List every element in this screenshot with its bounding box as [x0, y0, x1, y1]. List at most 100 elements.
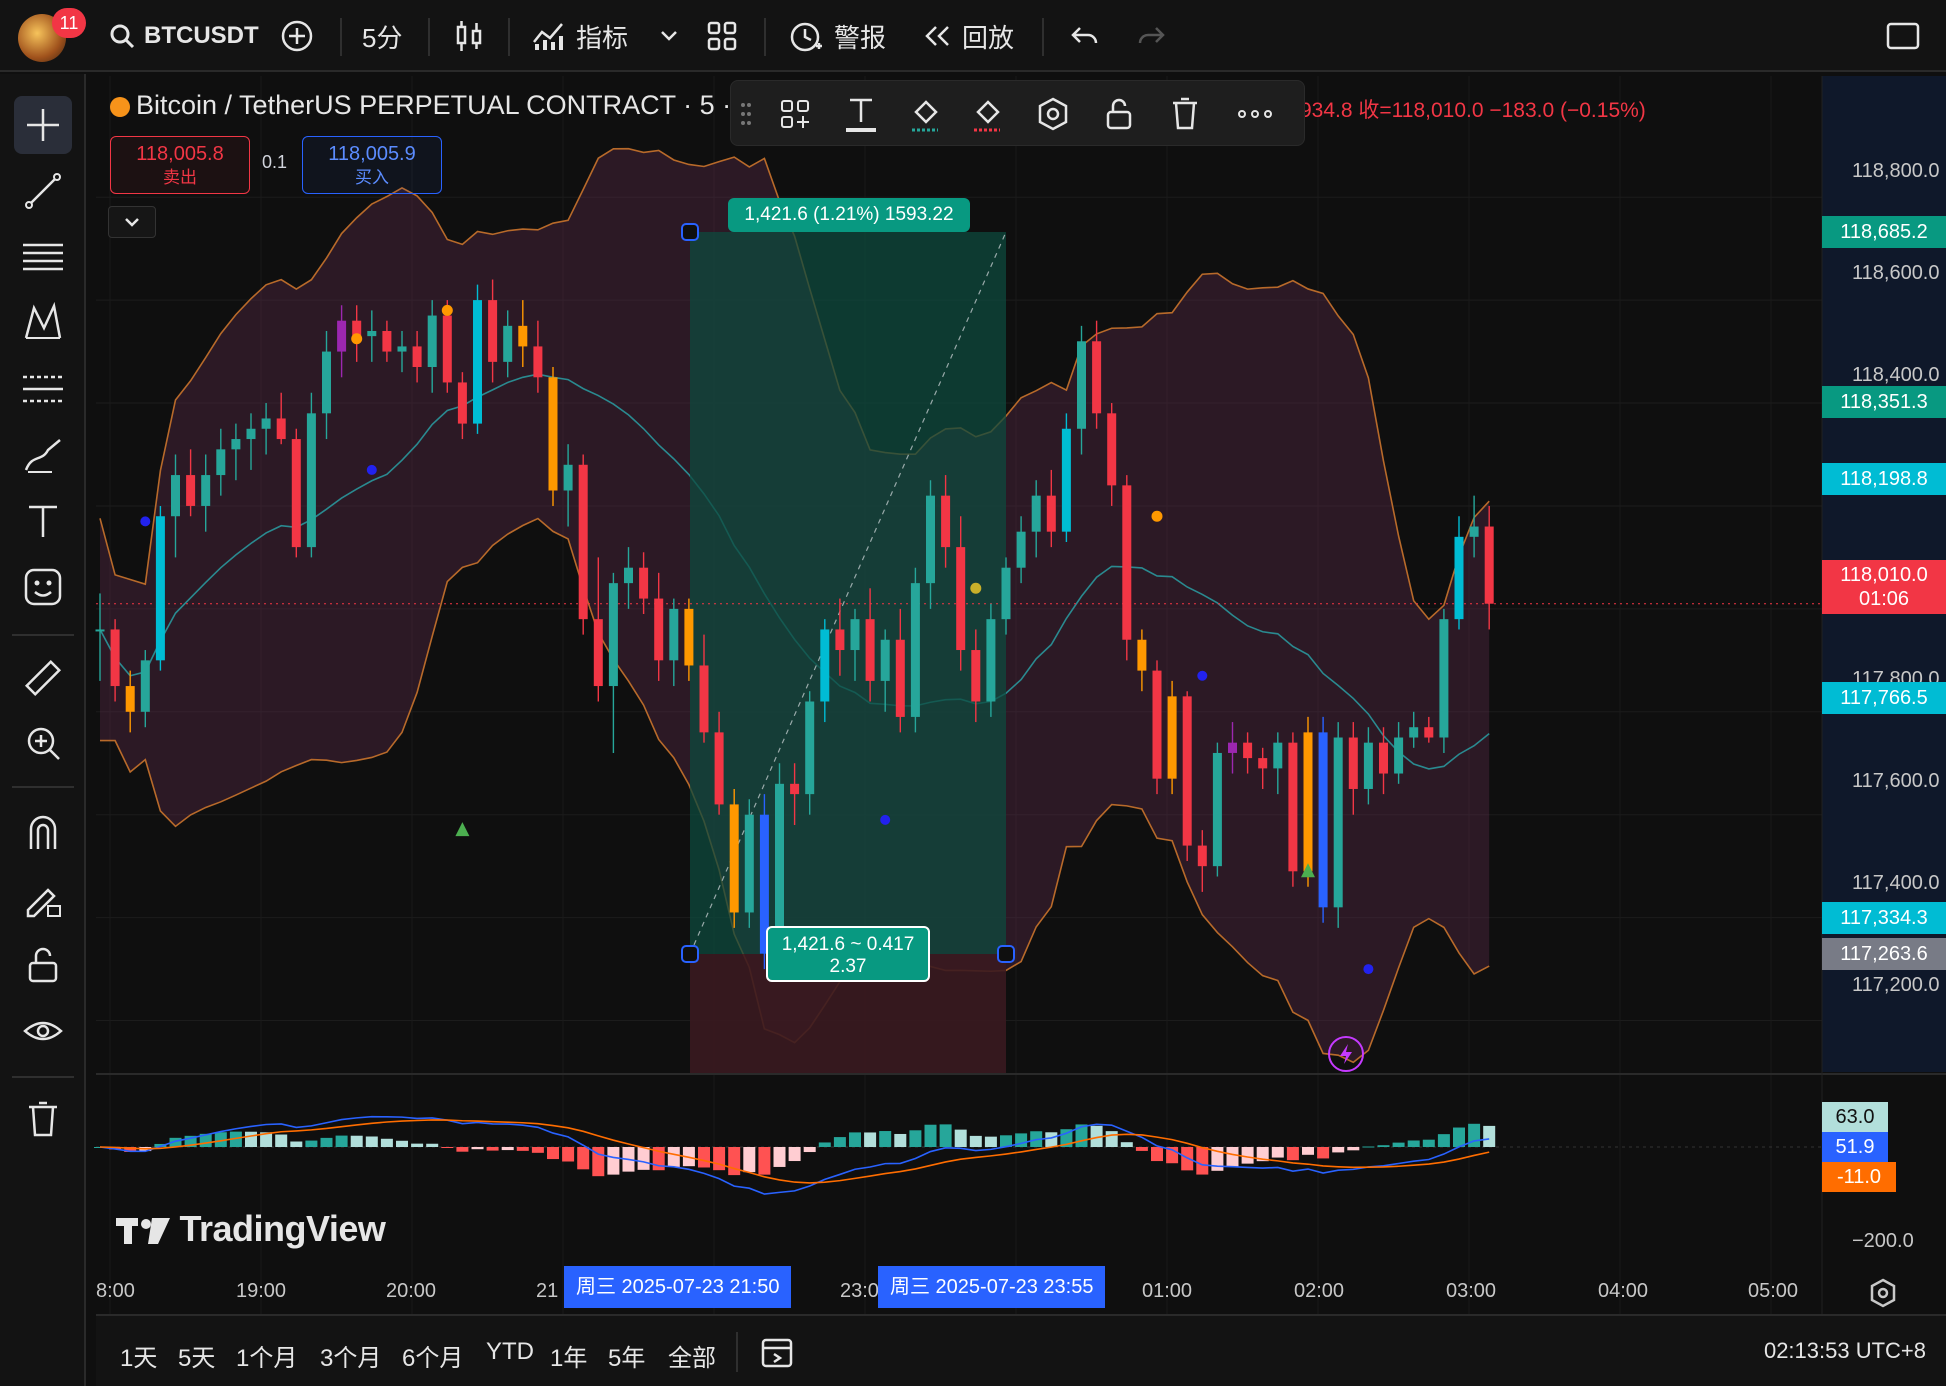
time-axis-label: 01:00: [1142, 1280, 1193, 1302]
range-bottom-line1: 1,421.6 ~ 0.417: [781, 934, 915, 955]
macd-histogram-bar: [1392, 1142, 1405, 1147]
candle-body: [140, 660, 150, 712]
macd-histogram-bar: [939, 1124, 952, 1147]
delete-drawing-button[interactable]: [1161, 90, 1209, 138]
macd-histogram-bar: [698, 1147, 710, 1168]
range-5y[interactable]: 5年: [608, 1338, 645, 1373]
candle-body: [337, 320, 347, 352]
goto-date-button[interactable]: [760, 1334, 796, 1375]
price-chart[interactable]: [0, 0, 1946, 1386]
macd-histogram-bar: [1151, 1147, 1163, 1162]
range-all[interactable]: 全部: [668, 1338, 716, 1373]
macd-histogram-bar: [1407, 1140, 1420, 1147]
paint-bucket-icon: [974, 100, 1000, 132]
macd-histogram-bar: [924, 1124, 937, 1147]
candle-body: [1031, 495, 1041, 532]
more-dots-icon: [1238, 110, 1272, 118]
candle-body: [669, 608, 679, 661]
macd-histogram-bar: [818, 1142, 831, 1147]
candle-body: [1137, 639, 1147, 671]
candle-body: [473, 300, 482, 424]
text-color-icon: [846, 98, 876, 132]
chevron-down-icon: [125, 218, 139, 227]
price-axis-label: 118,600.0: [1852, 262, 1940, 284]
macd-histogram-bar: [1105, 1131, 1118, 1147]
settings-button[interactable]: [1029, 90, 1077, 138]
macd-histogram-bar: [743, 1147, 756, 1173]
candle-body: [880, 639, 890, 681]
macd-line-tag: 51.9: [1822, 1132, 1888, 1162]
template-grid-icon: [781, 100, 809, 128]
macd-histogram-bar: [1317, 1147, 1330, 1159]
candle-body: [1318, 732, 1328, 908]
candle-body: [1258, 758, 1268, 769]
range-6m[interactable]: 6个月: [402, 1338, 463, 1373]
range-1d[interactable]: 1天: [120, 1338, 157, 1373]
macd-histogram-bar: [758, 1147, 771, 1175]
candle-body: [533, 346, 543, 378]
candle-body: [639, 567, 649, 599]
buy-price: 118,005.9: [328, 143, 416, 165]
range-1m[interactable]: 1个月: [236, 1338, 297, 1373]
template-button[interactable]: [771, 90, 819, 138]
symbol-legend[interactable]: Bitcoin / TetherUS PERPETUAL CONTRACT · …: [110, 90, 731, 121]
fill-color-profit-button[interactable]: [901, 90, 949, 138]
more-options-button[interactable]: [1231, 90, 1279, 138]
text-color-button[interactable]: [837, 90, 885, 138]
macd-histogram-bar: [411, 1143, 424, 1147]
macd-histogram-bar: [1226, 1147, 1239, 1167]
candle-body: [95, 629, 105, 632]
candle-body: [322, 351, 331, 414]
collapse-legend-button[interactable]: [108, 206, 156, 238]
candle-body: [986, 619, 996, 702]
candle-body: [1409, 727, 1419, 738]
lock-drawing-button[interactable]: [1095, 90, 1143, 138]
price-tag-upper: 118,685.2: [1822, 216, 1946, 248]
candle-body: [684, 608, 694, 666]
drag-handle[interactable]: [735, 90, 757, 138]
candle-body: [1333, 737, 1343, 908]
flash-button[interactable]: [1328, 1036, 1364, 1072]
signal-dot: [1363, 964, 1374, 975]
sell-button[interactable]: 118,005.8 卖出: [110, 136, 250, 194]
macd-histogram-bar: [1468, 1123, 1481, 1147]
range-1y[interactable]: 1年: [550, 1338, 587, 1373]
macd-histogram-bar: [396, 1140, 408, 1147]
candle-body: [427, 315, 437, 368]
macd-histogram-bar: [1271, 1147, 1284, 1158]
candle-body: [382, 330, 392, 352]
macd-histogram-bar: [879, 1131, 892, 1147]
macd-histogram-bar: [350, 1135, 363, 1147]
macd-histogram-bar: [426, 1143, 439, 1147]
range-top-label: 1,421.6 (1.21%) 1593.22: [728, 198, 970, 232]
candle-body: [216, 449, 226, 476]
candle-body: [744, 814, 754, 913]
countdown: 01:06: [1858, 588, 1910, 610]
fill-color-loss-button[interactable]: [963, 90, 1011, 138]
macd-histogram-bar: [1377, 1145, 1390, 1147]
price-axis-label: 117,400.0: [1852, 872, 1940, 894]
candle-body: [1182, 696, 1192, 846]
candle-body: [201, 475, 211, 506]
macd-histogram-bar: [969, 1135, 982, 1147]
buy-button[interactable]: 118,005.9 买入: [302, 136, 442, 194]
macd-histogram-bar: [833, 1137, 846, 1147]
candle-body: [714, 732, 724, 805]
last-price: 118,010.0: [1840, 564, 1928, 586]
range-ytd[interactable]: YTD: [486, 1338, 534, 1366]
macd-histogram-bar: [1196, 1147, 1209, 1175]
time-axis-label: 03:00: [1446, 1280, 1497, 1302]
sell-price: 118,005.8: [136, 143, 224, 165]
range-3m[interactable]: 3个月: [320, 1338, 381, 1373]
time-axis-label: 05:00: [1748, 1280, 1799, 1302]
candle-body: [608, 583, 618, 687]
signal-dot: [351, 333, 363, 345]
range-bottom-label: 1,421.6 ~ 0.417 2.37: [766, 926, 930, 982]
clock[interactable]: 02:13:53 UTC+8: [1764, 1338, 1926, 1364]
candle-body: [1212, 752, 1222, 867]
candle-body: [1273, 742, 1283, 769]
range-5d[interactable]: 5天: [178, 1338, 215, 1373]
macd-histogram-bar: [1422, 1139, 1435, 1147]
axis-settings-button[interactable]: [1868, 1278, 1898, 1313]
sell-label: 卖出: [163, 168, 197, 187]
